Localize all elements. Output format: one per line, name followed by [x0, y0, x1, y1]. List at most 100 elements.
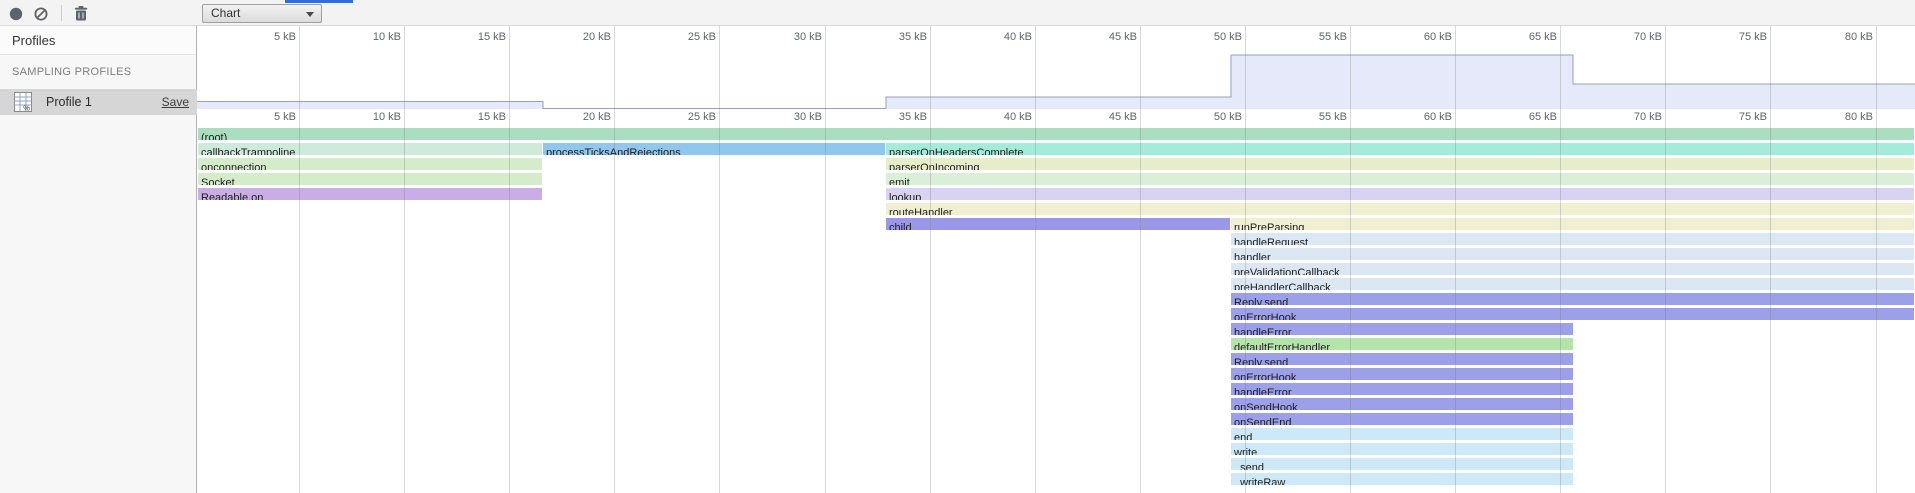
gridline: [719, 26, 720, 493]
flame-bar-label: Socket: [198, 177, 235, 185]
flame-bar[interactable]: handleRequest: [1231, 233, 1914, 245]
flame-bar[interactable]: onconnection: [198, 158, 542, 170]
profile-save-link[interactable]: Save: [162, 95, 189, 109]
view-mode-value: Chart: [211, 6, 240, 20]
flame-bar[interactable]: preValidationCallback: [1231, 263, 1914, 275]
flame-bar-label: _send: [1231, 462, 1264, 470]
flame-bar-label: _writeRaw: [1231, 477, 1285, 485]
flame-ruler-tick: 50 kB: [1184, 111, 1242, 123]
sidebar-title: Profiles: [12, 33, 55, 48]
memory-panel: (root) callbackTrampoline processTicksAndR…: [0, 0, 1915, 493]
flame-bar-label: (root): [198, 132, 227, 140]
clear-block-icon[interactable]: [31, 3, 51, 23]
overview-ruler-tick: 20 kB: [553, 31, 611, 43]
flame-bar-label: handleError: [1231, 327, 1291, 335]
flame-bar-label: onErrorHook: [1231, 312, 1296, 320]
gridline: [1876, 26, 1877, 493]
flame-ruler-tick: 10 kB: [343, 111, 401, 123]
flame-ruler-tick: 35 kB: [869, 111, 927, 123]
view-mode-select[interactable]: Chart: [202, 4, 322, 23]
overview-ruler-tick: 70 kB: [1604, 31, 1662, 43]
overview-ruler-tick: 10 kB: [343, 31, 401, 43]
flame-bar-label: handleError: [1231, 387, 1291, 395]
flame-bar-label: handler: [1231, 252, 1271, 260]
flame-bar[interactable]: handleError: [1231, 383, 1573, 395]
flame-bar[interactable]: lookup: [886, 188, 1914, 200]
toolbar-divider: [61, 5, 62, 21]
flame-bar[interactable]: processTicksAndRejections: [543, 143, 885, 155]
gridline: [1035, 26, 1036, 493]
flame-bar-label: onSendEnd: [1231, 417, 1292, 425]
flame-ruler-tick: 25 kB: [658, 111, 716, 123]
flame-bar[interactable]: preHandlerCallback: [1231, 278, 1914, 290]
flame-bar[interactable]: _writeRaw: [1231, 473, 1573, 485]
overview-ruler-tick: 30 kB: [764, 31, 822, 43]
overview-ruler-tick: 55 kB: [1289, 31, 1347, 43]
overview-ruler-tick: 60 kB: [1394, 31, 1452, 43]
flame-bar-label: routeHandler: [886, 207, 953, 215]
overview-ruler-tick: 25 kB: [658, 31, 716, 43]
gridline: [1455, 26, 1456, 493]
gridline: [1350, 26, 1351, 493]
record-circle-icon[interactable]: [6, 3, 26, 23]
gridline: [930, 26, 931, 493]
flame-bar[interactable]: Reply.send: [1231, 293, 1914, 305]
gridline: [1770, 26, 1771, 493]
overview-ruler-tick: 45 kB: [1079, 31, 1137, 43]
chevron-down-icon: [306, 12, 314, 17]
flame-ruler-tick: 55 kB: [1289, 111, 1347, 123]
flame-bar-label: write_: [1231, 447, 1263, 455]
flame-bar-label: lookup: [886, 192, 921, 200]
svg-text:%: %: [23, 104, 30, 112]
flame-bar[interactable]: _send: [1231, 458, 1573, 470]
overview-ruler-tick: 5 kB: [238, 31, 296, 43]
flame-ruler-tick: 30 kB: [764, 111, 822, 123]
flame-bar[interactable]: Reply.send: [1231, 353, 1573, 365]
flame-bar[interactable]: callbackTrampoline: [198, 143, 542, 155]
flame-bar[interactable]: runPreParsing: [1231, 218, 1914, 230]
flame-bar[interactable]: parserOnIncoming: [886, 158, 1914, 170]
sidebar-item-profile-1[interactable]: % Profile 1 Save: [0, 89, 197, 115]
flame-bar-label: onErrorHook: [1231, 372, 1296, 380]
flame-ruler-tick: 45 kB: [1079, 111, 1137, 123]
flame-bar-label: child: [886, 222, 912, 230]
gridline: [1665, 26, 1666, 493]
flame-bar[interactable]: emit: [886, 173, 1914, 185]
gridline: [1560, 26, 1561, 493]
flame-bar[interactable]: handler: [1231, 248, 1914, 260]
flame-bar[interactable]: onSendEnd: [1231, 413, 1573, 425]
overview-ruler-tick: 50 kB: [1184, 31, 1242, 43]
gridline: [1140, 26, 1141, 493]
flame-bar-label: onconnection: [198, 162, 266, 170]
flame-bar[interactable]: onErrorHook: [1231, 308, 1914, 320]
flame-bar-label: Reply.send: [1231, 357, 1288, 365]
overview-ruler-tick: 75 kB: [1709, 31, 1767, 43]
flame-bar[interactable]: handleError: [1231, 323, 1573, 335]
flame-bar[interactable]: defaultErrorHandler: [1231, 338, 1573, 350]
flame-bar[interactable]: routeHandler: [886, 203, 1914, 215]
sidebar-header: Profiles: [0, 26, 196, 55]
flame-bar[interactable]: write_: [1231, 443, 1573, 455]
flame-bar-label: Readable.on: [198, 192, 263, 200]
gridline: [614, 26, 615, 493]
overview-ruler-tick: 35 kB: [869, 31, 927, 43]
gridline: [404, 26, 405, 493]
flame-bar[interactable]: parserOnHeadersComplete: [886, 143, 1914, 155]
flame-bar-label: end: [1231, 432, 1252, 440]
overview-ruler-tick: 80 kB: [1815, 31, 1873, 43]
flame-ruler-tick: 75 kB: [1709, 111, 1767, 123]
flame-ruler-tick: 5 kB: [238, 111, 296, 123]
profile-name: Profile 1: [46, 95, 92, 109]
flame-bar[interactable]: onErrorHook: [1231, 368, 1573, 380]
active-tab-indicator: [285, 0, 353, 3]
flame-bar[interactable]: Readable.on: [198, 188, 542, 200]
flame-bar[interactable]: Socket: [198, 173, 542, 185]
flame-bar[interactable]: end: [1231, 428, 1573, 440]
flame-bar[interactable]: onSendHook: [1231, 398, 1573, 410]
flame-bar-label: parserOnHeadersComplete: [886, 147, 1024, 155]
trash-icon[interactable]: [71, 3, 91, 23]
flame-bar[interactable]: child: [886, 218, 1230, 230]
flame-ruler-tick: 15 kB: [448, 111, 506, 123]
flame-bar-label: parserOnIncoming: [886, 162, 980, 170]
flame-bar-label: callbackTrampoline: [198, 147, 295, 155]
